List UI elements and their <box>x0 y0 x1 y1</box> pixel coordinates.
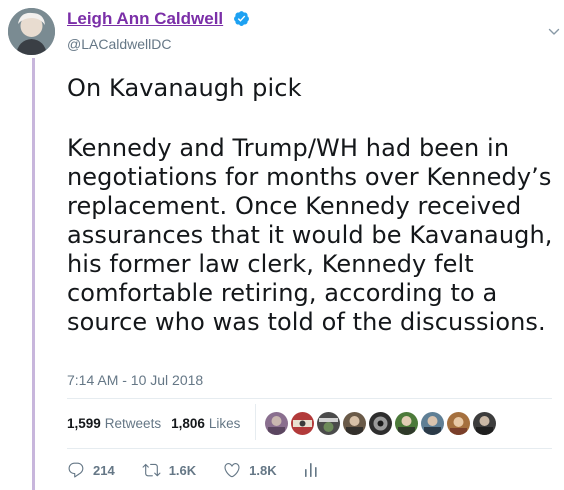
reply-count: 214 <box>93 462 115 478</box>
author-handle[interactable]: @LACaldwellDC <box>67 36 171 52</box>
liker-avatar[interactable] <box>369 412 392 435</box>
like-icon <box>224 463 240 478</box>
liker-avatar[interactable] <box>473 412 496 435</box>
divider <box>67 448 552 449</box>
reply-button[interactable]: 214 <box>67 461 115 479</box>
liker-avatar[interactable] <box>343 412 366 435</box>
tweet-stats: 1,599 Retweets 1,806 Likes <box>67 416 240 431</box>
tweet-actions: 214 1.6K 1.8K <box>67 461 353 479</box>
retweet-button[interactable]: 1.6K <box>142 461 196 479</box>
likes-stat[interactable]: 1,806 Likes <box>171 416 240 431</box>
retweets-stat[interactable]: 1,599 Retweets <box>67 416 161 431</box>
liker-avatar[interactable] <box>317 412 340 435</box>
verified-badge-icon <box>234 11 249 26</box>
analytics-icon <box>304 463 317 477</box>
reply-icon <box>68 462 84 478</box>
likes-label: Likes <box>208 416 241 431</box>
tweet-timestamp[interactable]: 7:14 AM - 10 Jul 2018 <box>67 372 203 388</box>
thread-line <box>32 58 35 490</box>
divider <box>67 398 552 399</box>
retweet-count: 1.6K <box>168 462 197 478</box>
likes-count: 1,806 <box>171 416 205 431</box>
analytics-button[interactable] <box>304 462 326 478</box>
liker-avatar[interactable] <box>265 412 288 435</box>
liker-avatar[interactable] <box>421 412 444 435</box>
tweet-text-body: Kennedy and Trump/WH had been in negotia… <box>67 134 553 336</box>
liker-avatars <box>265 412 496 435</box>
retweets-count: 1,599 <box>67 416 101 431</box>
stats-separator <box>255 404 256 440</box>
author-name[interactable]: Leigh Ann Caldwell <box>67 9 223 29</box>
avatar[interactable] <box>8 8 55 55</box>
like-button[interactable]: 1.8K <box>223 461 277 479</box>
chevron-down-icon[interactable] <box>548 26 560 38</box>
like-count: 1.8K <box>249 462 277 478</box>
liker-avatar[interactable] <box>395 412 418 435</box>
retweets-label: Retweets <box>104 416 162 431</box>
liker-avatar[interactable] <box>291 412 314 435</box>
tweet-text-line: On Kavanaugh pick <box>67 74 302 102</box>
retweet-icon <box>142 463 161 477</box>
liker-avatar[interactable] <box>447 412 470 435</box>
tweet-text: On Kavanaugh pick Kennedy and Trump/WH h… <box>67 74 557 337</box>
